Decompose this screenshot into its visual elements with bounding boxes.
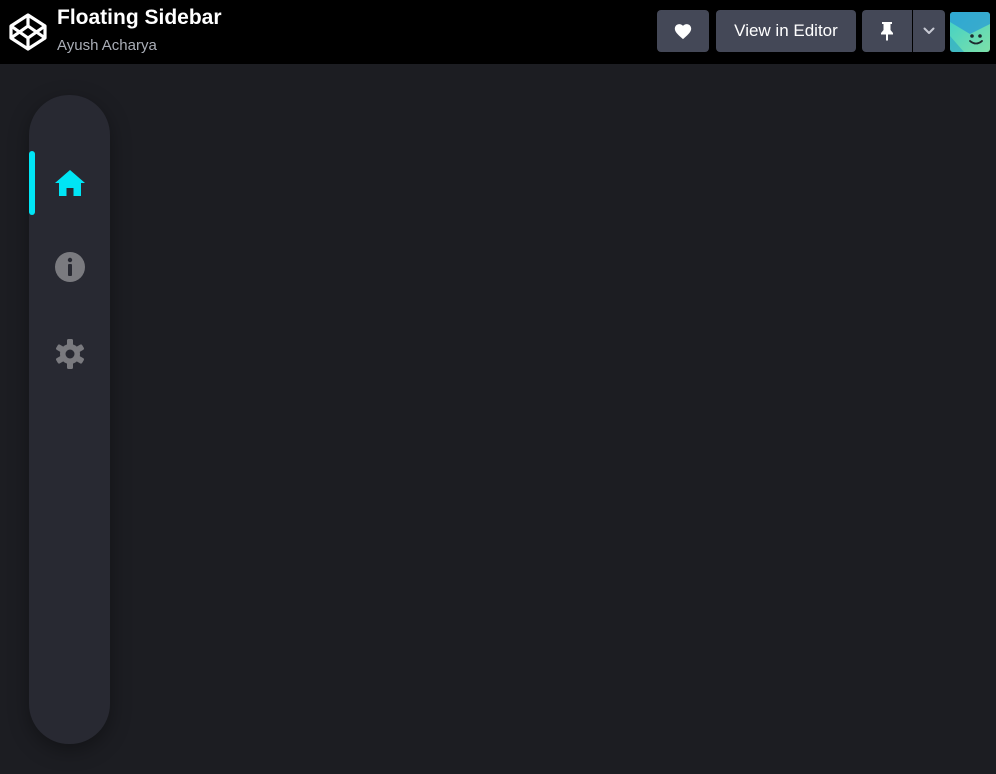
more-options-button[interactable] [913, 10, 945, 52]
active-indicator [29, 151, 35, 215]
pin-button[interactable] [862, 10, 912, 52]
view-in-editor-button[interactable]: View in Editor [716, 10, 856, 52]
sidebar-item-settings[interactable] [29, 322, 110, 386]
home-icon [54, 170, 85, 196]
pen-author[interactable]: Ayush Acharya [57, 37, 157, 54]
floating-sidebar [29, 95, 110, 744]
info-icon [54, 252, 85, 282]
sidebar-item-home[interactable] [29, 151, 110, 215]
codepen-logo-icon[interactable] [8, 12, 48, 52]
like-button[interactable] [657, 10, 709, 52]
pin-icon [881, 22, 893, 41]
pen-title: Floating Sidebar [57, 6, 222, 29]
top-bar: Floating Sidebar Ayush Acharya View in E… [0, 0, 996, 64]
user-avatar[interactable] [950, 12, 990, 52]
gear-icon [55, 339, 84, 369]
smiley-avatar-icon [950, 12, 990, 52]
chevron-down-icon [923, 27, 935, 34]
sidebar-item-info[interactable] [29, 235, 110, 299]
heart-icon [674, 24, 692, 40]
